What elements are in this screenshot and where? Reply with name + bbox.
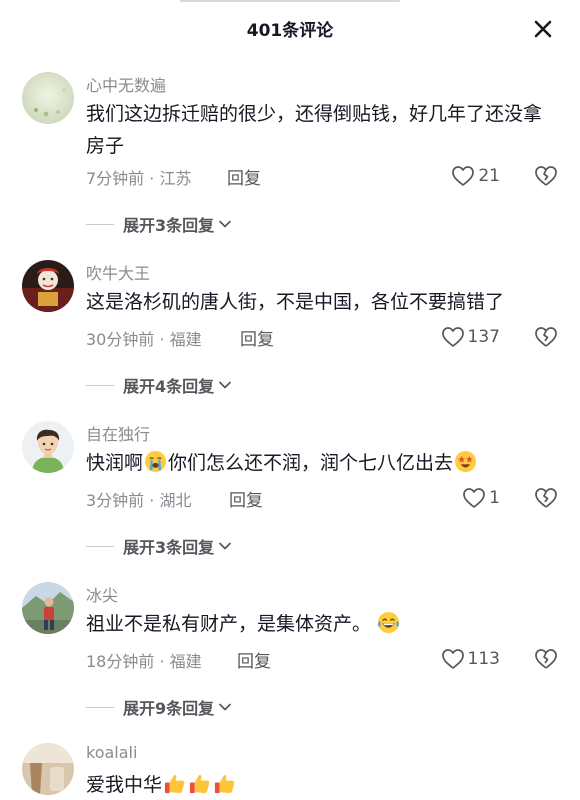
dislike-button[interactable]	[534, 486, 558, 510]
close-icon	[534, 20, 552, 38]
username[interactable]: 冰尖	[86, 582, 118, 606]
expand-divider	[86, 223, 114, 225]
like-button[interactable]: 1	[462, 485, 500, 511]
thumbs-up-emoji	[163, 772, 186, 795]
avatar-image	[22, 582, 74, 634]
chevron-down-icon	[219, 703, 231, 711]
expand-replies-label: 展开3条回复	[123, 538, 215, 557]
time-location: 18分钟前 · 福建	[86, 652, 202, 671]
avatar[interactable]	[22, 72, 74, 124]
heart-outline-icon	[441, 649, 464, 669]
broken-heart-icon	[535, 649, 557, 669]
like-button[interactable]: 113	[441, 646, 500, 672]
avatar-image	[22, 72, 74, 124]
crying-face-emoji	[144, 450, 167, 473]
avatar[interactable]	[22, 260, 74, 312]
reply-button[interactable]: 回复	[237, 647, 271, 672]
chevron-down-icon	[219, 542, 231, 550]
comment-text: 我们这边拆迁赔的很少，还得倒贴钱，好几年了还没拿房子	[86, 103, 543, 157]
comment-text: 爱我中华	[86, 769, 556, 800]
like-count: 1	[489, 488, 500, 508]
expand-replies-label: 展开9条回复	[123, 699, 215, 718]
expand-replies-button[interactable]: 展开9条回复	[86, 695, 233, 719]
time-location: 30分钟前 · 福建	[86, 330, 202, 349]
heart-outline-icon	[441, 327, 464, 347]
comment-text: 祖业不是私有财产，是集体资产。	[86, 608, 556, 640]
broken-heart-icon	[535, 488, 557, 508]
username[interactable]: 吹牛大王	[86, 260, 150, 284]
comment-text: 这是洛杉矶的唐人街，不是中国，各位不要搞错了	[86, 291, 505, 313]
reply-button[interactable]: 回复	[240, 325, 274, 350]
chevron-down-icon	[219, 381, 231, 389]
dislike-button[interactable]	[534, 325, 558, 349]
time-location: 7分钟前 · 江苏	[86, 169, 192, 188]
thumbs-up-emoji	[213, 772, 236, 795]
comment-text: 快润啊 你们怎么还不润，润个七八亿出去	[86, 447, 556, 479]
expand-replies-button[interactable]: 展开3条回复	[86, 212, 233, 236]
comment-text-part: 祖业不是私有财产，是集体资产。	[86, 613, 372, 635]
expand-replies-label: 展开4条回复	[123, 377, 215, 396]
comment-text-part: 你们怎么还不润，润个七八亿出去	[168, 452, 454, 474]
comment-count-title: 401条评论	[246, 21, 334, 41]
broken-heart-icon	[535, 327, 557, 347]
comments-header: 401条评论	[0, 0, 580, 58]
heart-outline-icon	[452, 166, 475, 186]
username[interactable]: 自在独行	[86, 421, 150, 445]
comment-text-part: 爱我中华	[86, 774, 163, 796]
avatar[interactable]	[22, 582, 74, 634]
star-struck-face-emoji	[454, 450, 477, 473]
avatar[interactable]	[22, 743, 74, 795]
close-button[interactable]	[528, 14, 558, 44]
reply-button[interactable]: 回复	[227, 164, 261, 189]
heart-outline-icon	[463, 488, 486, 508]
dislike-button[interactable]	[534, 164, 558, 188]
avatar-image	[22, 743, 74, 795]
like-button[interactable]: 137	[441, 324, 500, 350]
expand-divider	[86, 545, 114, 547]
chevron-down-icon	[219, 220, 231, 228]
username[interactable]: 心中无数遍	[86, 72, 166, 96]
reply-button[interactable]: 回复	[229, 486, 263, 511]
time-location: 3分钟前 · 湖北	[86, 491, 192, 510]
dislike-button[interactable]	[534, 647, 558, 671]
avatar[interactable]	[22, 421, 74, 473]
broken-heart-icon	[535, 166, 557, 186]
laughing-tears-emoji	[377, 611, 400, 634]
like-button[interactable]: 21	[451, 163, 500, 189]
expand-divider	[86, 706, 114, 708]
like-count: 113	[467, 649, 500, 669]
expand-replies-label: 展开3条回复	[123, 216, 215, 235]
username[interactable]: koalali	[86, 743, 137, 762]
expand-divider	[86, 384, 114, 386]
avatar-image	[22, 260, 74, 312]
thumbs-up-emoji	[188, 772, 211, 795]
like-count: 21	[478, 166, 500, 186]
expand-replies-button[interactable]: 展开3条回复	[86, 534, 233, 558]
like-count: 137	[467, 327, 500, 347]
expand-replies-button[interactable]: 展开4条回复	[86, 373, 233, 397]
avatar-image	[22, 421, 74, 473]
comment-text-part: 快润啊	[86, 452, 144, 474]
